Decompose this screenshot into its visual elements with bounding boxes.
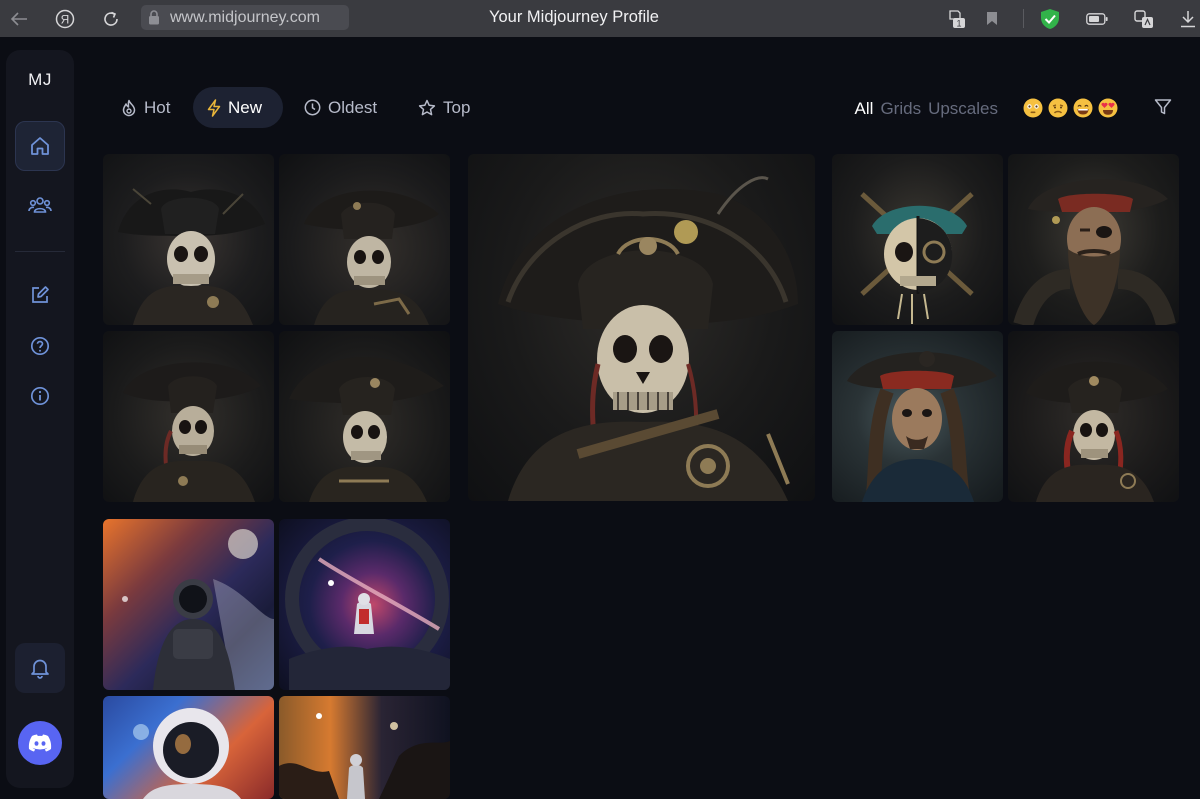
- pirate-skeleton-red-image[interactable]: [1008, 331, 1179, 502]
- page-title: Your Midjourney Profile: [489, 8, 659, 26]
- shield-icon[interactable]: [1039, 0, 1061, 37]
- toolbar-divider: [1023, 9, 1024, 28]
- tab-oldest-label: Oldest: [328, 97, 378, 117]
- users-icon: [28, 197, 52, 213]
- astronaut-nebula-image[interactable]: [103, 519, 274, 690]
- pirate-skeleton-4-image[interactable]: [279, 331, 450, 502]
- tab-top[interactable]: Top: [404, 87, 484, 128]
- sidebar-item-edit[interactable]: [15, 270, 65, 320]
- bookmark-icon[interactable]: [983, 0, 1001, 37]
- download-icon[interactable]: [1178, 0, 1198, 37]
- reaction-filters: [1023, 98, 1118, 118]
- heart-eyes-emoji-icon[interactable]: [1098, 98, 1118, 118]
- jack-sparrow-pirate-image[interactable]: [832, 331, 1003, 502]
- filter-all[interactable]: All: [855, 99, 874, 119]
- star-icon: [418, 99, 436, 115]
- translate-icon[interactable]: [1133, 0, 1155, 37]
- tab-new[interactable]: New: [193, 87, 283, 128]
- sidebar-item-community[interactable]: [15, 180, 65, 230]
- type-filter-group: All Grids Upscales: [855, 99, 998, 119]
- help-icon: [30, 336, 50, 356]
- sidebar-item-notifications[interactable]: [15, 643, 65, 693]
- info-icon: [30, 386, 50, 406]
- home-icon: [31, 137, 49, 155]
- filter-upscales[interactable]: Upscales: [928, 99, 998, 119]
- pirate-skeleton-3-image[interactable]: [103, 331, 274, 502]
- sidebar-item-home[interactable]: [15, 121, 65, 171]
- clock-icon: [304, 99, 321, 116]
- sidebar-divider: [15, 251, 65, 252]
- discord-button[interactable]: [18, 721, 62, 765]
- tab-hot-label: Hot: [144, 97, 171, 117]
- mj-logo[interactable]: MJ: [6, 70, 74, 90]
- astronaut-portal-image[interactable]: [279, 519, 450, 690]
- pirate-skull-split-image[interactable]: [832, 154, 1003, 325]
- astronaut-orange-sky-image[interactable]: [279, 696, 450, 799]
- sidebar-item-help[interactable]: [15, 321, 65, 371]
- flame-icon: [122, 99, 136, 116]
- pirate-skeleton-2-image[interactable]: [279, 154, 450, 325]
- bolt-icon: [207, 98, 221, 117]
- tabs-icon[interactable]: 1: [944, 0, 968, 37]
- grinning-emoji-icon[interactable]: [1073, 98, 1093, 118]
- battery-icon: [1085, 0, 1109, 37]
- tab-count-badge: 1: [956, 18, 961, 28]
- filter-funnel-button[interactable]: [1154, 98, 1172, 121]
- tab-new-label: New: [228, 97, 263, 117]
- bell-icon: [31, 659, 49, 679]
- sidebar-item-info[interactable]: [15, 371, 65, 421]
- tab-hot[interactable]: Hot: [107, 87, 184, 128]
- astronaut-helmet-colorful-image[interactable]: [103, 696, 274, 799]
- bearded-pirate-image[interactable]: [1008, 154, 1179, 325]
- edit-icon: [32, 286, 49, 303]
- browser-toolbar: Я www.midjourney.com Your Midjourney Pro…: [0, 0, 1200, 37]
- funnel-icon: [1154, 99, 1172, 115]
- sidebar: MJ: [6, 50, 74, 788]
- discord-icon: [28, 734, 52, 752]
- filter-grids[interactable]: Grids: [880, 99, 921, 119]
- pirate-skeleton-1-image[interactable]: [103, 154, 274, 325]
- tab-top-label: Top: [443, 97, 471, 117]
- tab-oldest[interactable]: Oldest: [290, 87, 391, 128]
- frowning-emoji-icon[interactable]: [1048, 98, 1068, 118]
- flushed-emoji-icon[interactable]: [1023, 98, 1043, 118]
- pirate-skeleton-large-image[interactable]: [468, 154, 815, 501]
